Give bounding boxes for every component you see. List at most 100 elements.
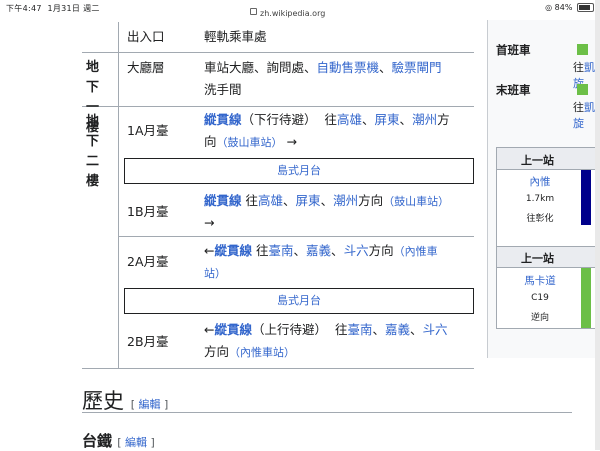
platform-1b-label: 1B月臺 — [127, 204, 169, 219]
platform-2b-label: 2B月臺 — [127, 334, 169, 349]
last-train-label: 末班車 — [496, 83, 531, 97]
separator: 、 — [293, 243, 307, 258]
lrt-color-swatch — [577, 84, 588, 95]
concourse-text: 車站大廳、詢問處、 — [204, 60, 317, 75]
rail-edit-link[interactable]: 編輯 — [125, 436, 147, 449]
distance-text: 1.7km — [525, 194, 555, 204]
concourse-facilities: 車站大廳、詢問處、自動售票機、驗票閘門 — [204, 58, 442, 78]
western-line-link[interactable]: 縱貫線 — [214, 322, 252, 337]
neiwei-station-link[interactable]: （內惟車 — [394, 245, 438, 258]
note-text: （上行待避） — [252, 322, 328, 337]
dest-tainan-link[interactable]: 臺南 — [347, 322, 372, 337]
neiwei-station-link-cont[interactable]: 站） — [204, 263, 226, 284]
island-platform-link[interactable]: 島式月台 — [277, 294, 321, 307]
bracket: [ — [130, 398, 135, 411]
floor-b2-line1: 地下 — [86, 114, 100, 149]
neiwei-station-link[interactable]: （內惟車站） — [229, 346, 295, 359]
western-line-link[interactable]: 縱貫線 — [214, 243, 252, 258]
platform-2b-info: ←縱貫線（上行待避） 往臺南、嘉義、斗六 — [204, 320, 472, 340]
western-line-link[interactable]: 縱貫線 — [204, 193, 242, 208]
island-platform-box: 島式月台 — [124, 158, 474, 184]
direction-text: 方向 — [358, 193, 384, 208]
arrow-left-icon: ← — [204, 243, 215, 258]
prev-station-label: 上一站 — [521, 154, 554, 167]
rail-title: 台鐵 — [82, 432, 113, 450]
separator: 、 — [379, 60, 392, 75]
ticket-machine-link[interactable]: 自動售票機 — [317, 60, 380, 75]
direction-text: 方 — [437, 112, 450, 127]
direction-text: 向 — [204, 134, 217, 149]
station-infobox: 首班車 往凱旋 末班車 往凱旋 上一站 內惟 1.7km 往彰化 上一站 馬卡道… — [487, 20, 600, 358]
prev-station-header: 上一站 — [496, 246, 600, 268]
column-divider — [118, 22, 119, 368]
direction-text: 方向 — [368, 243, 394, 258]
station-code: C19 — [531, 293, 549, 303]
lrt-prev-station-card: 馬卡道 C19 逆向 — [496, 267, 600, 329]
rail-heading: 台鐵 [ 編輯 ] — [82, 430, 155, 451]
dest-pingtung-link[interactable]: 屏東 — [296, 193, 321, 208]
tra-line-color-bar — [581, 170, 591, 225]
note-text: （下行待避） — [241, 112, 317, 127]
direction-text: 往彰化 — [526, 214, 554, 224]
to-text: 往 — [573, 61, 584, 74]
row-divider — [82, 52, 474, 53]
platform-1b-info: 縱貫線 往高雄、屏東、潮州方向（鼓山車站） — [204, 191, 472, 212]
dest-kaohsiung-link[interactable]: 高雄 — [337, 112, 362, 127]
ticket-gate-link[interactable]: 驗票閘門 — [392, 60, 442, 75]
history-edit: [ 編輯 ] — [131, 398, 169, 411]
platform-2a-label: 2A月臺 — [127, 254, 169, 269]
separator: 、 — [410, 322, 423, 337]
dest-douliu-link[interactable]: 斗六 — [344, 243, 369, 258]
island-platform-box: 島式月台 — [124, 288, 474, 314]
floor-b2-label: 地下 二樓 — [86, 112, 110, 192]
rail-edit: [ 編輯 ] — [117, 436, 155, 449]
western-line-link[interactable]: 縱貫線 — [204, 112, 242, 127]
direction-text: 方向 — [204, 344, 230, 359]
restroom-text: 洗手間 — [204, 82, 242, 97]
table-bottom-border — [82, 368, 474, 369]
separator: 、 — [283, 193, 296, 208]
gushan-station-link[interactable]: （鼓山車站） — [217, 136, 283, 149]
gushan-station-link[interactable]: （鼓山車站） — [383, 195, 449, 208]
arrow-right-icon: → — [204, 215, 215, 230]
dest-kaohsiung-link[interactable]: 高雄 — [258, 193, 283, 208]
floor-b2-line2: 二樓 — [86, 154, 100, 189]
platform-2a-info: ←縱貫線 往臺南、嘉義、斗六方向（內惟車 — [204, 241, 472, 262]
bracket: [ — [117, 436, 122, 449]
separator: 、 — [362, 112, 375, 127]
heading-underline — [82, 412, 572, 413]
concourse-label: 大廳層 — [127, 60, 165, 75]
tra-prev-station-card: 內惟 1.7km 往彰化 — [496, 169, 600, 250]
page-edge — [595, 0, 600, 450]
dest-chaozhou-link[interactable]: 潮州 — [333, 193, 358, 208]
row-divider — [118, 236, 474, 237]
dest-chaozhou-link[interactable]: 潮州 — [412, 112, 437, 127]
prev-station-header: 上一站 — [496, 147, 600, 170]
prev-station-label: 上一站 — [521, 252, 554, 265]
platform-1a-label: 1A月臺 — [127, 123, 169, 138]
to-text: 往 — [245, 193, 259, 208]
dest-chiayi-link[interactable]: 嘉義 — [306, 243, 331, 258]
status-time: 下午4:47 — [6, 4, 42, 13]
history-edit-link[interactable]: 編輯 — [138, 398, 160, 411]
to-text: 往 — [573, 101, 584, 114]
battery-percent: 84% — [554, 3, 573, 12]
island-platform-link[interactable]: 島式月台 — [277, 164, 321, 177]
dest-douliu-link[interactable]: 斗六 — [423, 322, 448, 337]
dest-chiayi-link[interactable]: 嘉義 — [385, 322, 410, 337]
direction-text: 逆向 — [530, 313, 549, 323]
platform-1a-info-line2: 向（鼓山車站） → — [204, 132, 297, 153]
platform-1a-info: 縱貫線（下行待避） 往高雄、屏東、潮州方 — [204, 110, 472, 130]
status-date: 1月31日 週二 — [47, 4, 100, 13]
arrow-left-icon: ← — [204, 322, 215, 337]
address-bar[interactable]: zh.wikipedia.org — [250, 8, 325, 18]
dest-tainan-link[interactable]: 臺南 — [269, 243, 294, 258]
battery-fill — [579, 5, 590, 10]
first-train-label: 首班車 — [496, 43, 531, 57]
floor-b1-line1: 地下 — [86, 60, 100, 95]
neiwei-station-link[interactable]: 內惟 — [497, 174, 583, 189]
makadao-station-link[interactable]: 馬卡道 — [497, 273, 583, 288]
dest-pingtung-link[interactable]: 屏東 — [375, 112, 400, 127]
separator: 、 — [399, 112, 413, 127]
neiwei-station-link-part[interactable]: 站） — [204, 267, 226, 280]
